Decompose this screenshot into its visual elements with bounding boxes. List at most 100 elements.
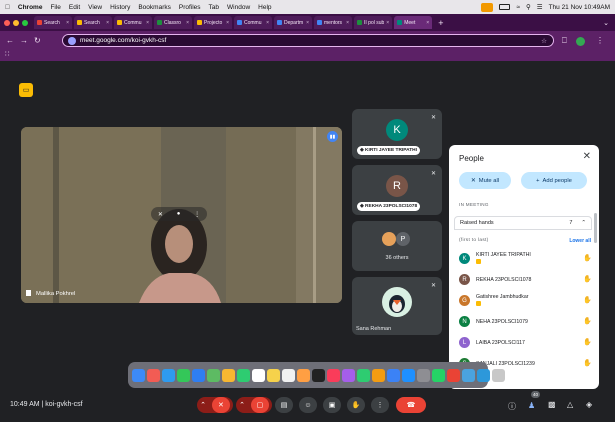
tab-close-icon[interactable]: × bbox=[146, 20, 149, 26]
preview-icon[interactable] bbox=[462, 368, 475, 382]
battery-icon[interactable] bbox=[499, 4, 511, 10]
safari-icon[interactable] bbox=[162, 368, 175, 382]
raised-hand-icon[interactable]: ✋ bbox=[583, 339, 592, 347]
participant-tile-sana[interactable]: ✕ Sana Rehman bbox=[352, 277, 442, 335]
zoom-window-button[interactable] bbox=[22, 19, 28, 26]
browser-tab-6[interactable]: Departm × bbox=[274, 16, 312, 29]
meeting-info-icon[interactable]: ▭ bbox=[19, 83, 33, 97]
raised-hand-icon[interactable]: ✋ bbox=[583, 360, 592, 368]
close-window-button[interactable] bbox=[4, 19, 10, 26]
chat-icon[interactable]: ▩ bbox=[548, 400, 556, 409]
tab-close-icon[interactable]: × bbox=[186, 20, 189, 26]
raised-hands-section[interactable]: Raised hands 7 ⌃ bbox=[454, 216, 592, 230]
browser-tab-1[interactable]: Search × bbox=[74, 16, 112, 29]
chrome-icon[interactable] bbox=[447, 368, 460, 382]
others-tile[interactable]: P 36 others bbox=[352, 221, 442, 271]
participant-row[interactable]: L LAIBA 23POLSCI117 ✋ bbox=[459, 333, 592, 352]
menu-file[interactable]: File bbox=[50, 4, 60, 11]
apps-grid-icon[interactable]: ∷ bbox=[5, 50, 9, 58]
browser-tab-7[interactable]: mentors × bbox=[314, 16, 352, 29]
participant-row[interactable]: G Gatishree Jambhudkar ✋ bbox=[459, 291, 592, 310]
browser-tab-9[interactable]: Meet × bbox=[394, 16, 433, 29]
more-options-icon[interactable]: ⋮ bbox=[194, 211, 200, 218]
system-settings-icon[interactable] bbox=[417, 368, 430, 382]
browser-tab-2[interactable]: Commu × bbox=[114, 16, 152, 29]
tv-icon[interactable] bbox=[312, 368, 325, 382]
menu-help[interactable]: Help bbox=[258, 4, 271, 11]
music-icon[interactable] bbox=[327, 368, 340, 382]
numbers-icon[interactable] bbox=[357, 368, 370, 382]
tab-close-icon[interactable]: × bbox=[106, 20, 109, 26]
spotlight-search-icon[interactable]: ⚲ bbox=[526, 3, 531, 11]
participant-row[interactable]: K KIRTI JAYEE TRIPATHI ✋ bbox=[459, 249, 592, 268]
mic-options-button[interactable]: ⌃ ✕ bbox=[197, 397, 233, 413]
reminders-icon[interactable] bbox=[282, 368, 295, 382]
reload-icon[interactable]: ↻ bbox=[34, 36, 41, 45]
raised-hand-icon[interactable]: ✋ bbox=[583, 318, 592, 326]
raised-hand-icon[interactable]: ✋ bbox=[583, 255, 592, 263]
camera-off-button[interactable]: ▢ bbox=[250, 397, 269, 413]
site-info-icon[interactable] bbox=[68, 36, 76, 45]
forward-icon[interactable]: → bbox=[20, 36, 28, 45]
menu-history[interactable]: History bbox=[110, 4, 130, 11]
tab-close-icon[interactable]: × bbox=[306, 20, 309, 26]
messages-icon[interactable] bbox=[177, 368, 190, 382]
whatsapp-icon[interactable] bbox=[432, 368, 445, 382]
trash-icon[interactable] bbox=[492, 368, 505, 382]
browser-tab-5[interactable]: Commu × bbox=[234, 16, 272, 29]
emoji-reaction-button[interactable]: ☺ bbox=[299, 397, 317, 413]
back-icon[interactable]: ← bbox=[6, 36, 14, 45]
browser-tab-8[interactable]: II pol sub × bbox=[354, 16, 393, 29]
maps-icon[interactable] bbox=[207, 368, 220, 382]
host-controls-icon[interactable]: ◈ bbox=[586, 400, 592, 409]
captions-button[interactable]: ▤ bbox=[275, 397, 293, 413]
freeform-icon[interactable] bbox=[297, 368, 310, 382]
facetime-icon[interactable] bbox=[237, 368, 250, 382]
notes-icon[interactable] bbox=[267, 368, 280, 382]
browser-tab-4[interactable]: Projecto × bbox=[194, 16, 232, 29]
keynote-icon[interactable] bbox=[387, 368, 400, 382]
minimize-window-button[interactable] bbox=[13, 19, 19, 26]
menu-bookmarks[interactable]: Bookmarks bbox=[138, 4, 171, 11]
raise-hand-button[interactable]: ✋ bbox=[347, 397, 365, 413]
finder-icon[interactable] bbox=[132, 368, 145, 382]
more-options-button[interactable]: ⋮ bbox=[371, 397, 389, 413]
finder-window-icon[interactable] bbox=[477, 368, 490, 382]
browser-tab-3[interactable]: Classro × bbox=[154, 16, 192, 29]
bookmark-star-icon[interactable]: ☆ bbox=[541, 37, 547, 45]
add-people-button[interactable]: + Add people bbox=[521, 172, 587, 189]
profile-avatar[interactable] bbox=[576, 37, 585, 46]
main-video-tile[interactable]: ▮▮ ✕ ● ⋮ Mallika Pokhrel bbox=[21, 127, 342, 303]
menu-view[interactable]: View bbox=[88, 4, 102, 11]
calendar-icon[interactable] bbox=[252, 368, 265, 382]
mail-icon[interactable] bbox=[192, 368, 205, 382]
photos-icon[interactable] bbox=[222, 368, 235, 382]
tab-search-button[interactable]: ⌄ bbox=[603, 19, 609, 27]
menu-app-name[interactable]: Chrome bbox=[18, 4, 43, 11]
tab-close-icon[interactable]: × bbox=[226, 20, 229, 26]
participant-row[interactable]: N NEHA 23POLSCI1079 ✋ bbox=[459, 312, 592, 331]
wifi-icon[interactable]: ≈ bbox=[516, 4, 520, 11]
lower-all-button[interactable]: Lower all bbox=[569, 238, 591, 244]
menubar-clock[interactable]: Thu 21 Nov 10:49AM bbox=[549, 4, 610, 11]
chevron-up-icon[interactable]: ⌃ bbox=[581, 220, 586, 226]
people-icon[interactable]: ♟ bbox=[528, 401, 535, 410]
activities-icon[interactable]: △ bbox=[567, 400, 573, 409]
apple-icon[interactable]:  bbox=[5, 4, 10, 11]
meeting-details-icon[interactable]: ⓘ bbox=[508, 401, 516, 412]
mute-mic-slash-icon[interactable]: ✕ bbox=[158, 211, 163, 218]
raised-hand-icon[interactable]: ✋ bbox=[583, 276, 592, 284]
mute-all-button[interactable]: ✕ Mute all bbox=[459, 172, 511, 189]
mic-icon[interactable]: ● bbox=[177, 211, 181, 217]
address-bar[interactable]: meet.google.com/koi-gvkh-csf ☆ bbox=[62, 34, 554, 47]
tab-close-icon[interactable]: × bbox=[66, 20, 69, 26]
camera-options-button[interactable]: ⌃ ▢ bbox=[236, 397, 272, 413]
tab-close-icon[interactable]: × bbox=[346, 20, 349, 26]
participant-tile-rekha[interactable]: ✕ R ◈ REKHA 23POLSCI1078 bbox=[352, 165, 442, 215]
end-call-button[interactable]: ☎ bbox=[396, 397, 426, 413]
raised-hand-icon[interactable]: ✋ bbox=[583, 297, 592, 305]
panel-scrollbar[interactable] bbox=[594, 213, 597, 243]
tab-close-icon[interactable]: × bbox=[426, 20, 429, 26]
extension-status-icon[interactable] bbox=[481, 2, 494, 12]
tab-close-icon[interactable]: × bbox=[266, 20, 269, 26]
